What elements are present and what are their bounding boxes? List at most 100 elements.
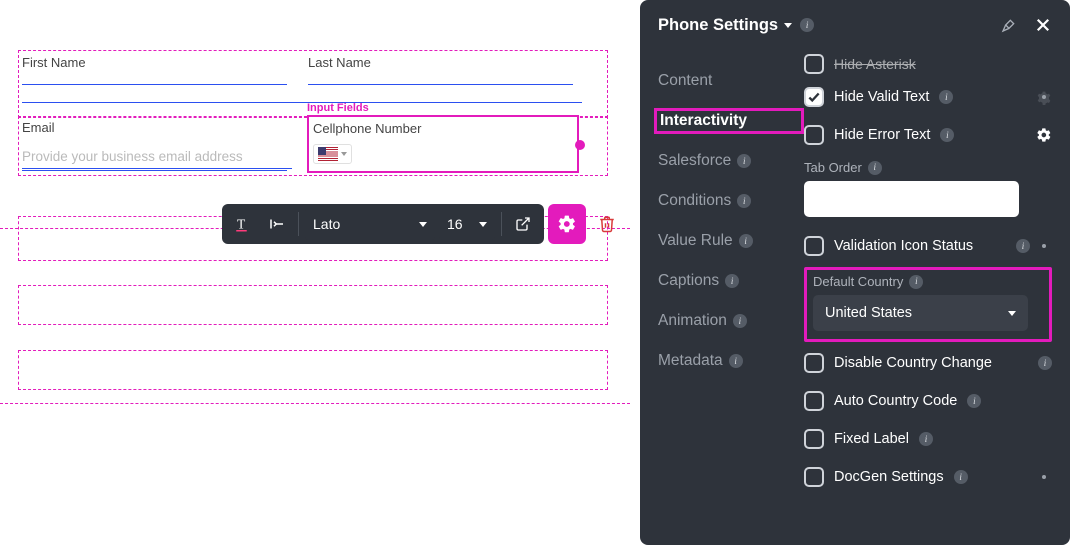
first-name-field[interactable]: First Name (22, 55, 297, 85)
chevron-down-icon (419, 222, 427, 227)
font-family-value: Lato (313, 216, 340, 232)
close-icon (1034, 16, 1052, 34)
docgen-settings-label: DocGen Settings (834, 469, 944, 485)
row-settings-button[interactable] (1036, 238, 1052, 254)
info-icon: i (909, 275, 923, 289)
country-flag-picker[interactable] (313, 144, 352, 164)
info-icon: i (954, 470, 968, 484)
gear-icon (1036, 238, 1052, 254)
font-family-select[interactable]: Lato (305, 208, 435, 240)
validation-icon-status-row: Validation Icon Status i (804, 227, 1052, 265)
settings-properties: Hide Asterisk Hide Valid Text i Hide Err… (800, 50, 1070, 545)
hide-error-text-label: Hide Error Text (834, 127, 930, 143)
disable-country-change-label: Disable Country Change (834, 355, 992, 371)
panel-title-text: Phone Settings (658, 16, 778, 35)
email-label: Email (22, 120, 297, 135)
form-canvas: First Name Last Name Email Provide your … (0, 0, 650, 547)
first-name-label: First Name (22, 55, 297, 70)
tab-interactivity[interactable]: Interactivity (658, 112, 800, 130)
info-icon: i (725, 274, 739, 288)
info-icon: i (729, 354, 743, 368)
cellphone-label: Cellphone Number (309, 117, 577, 136)
check-icon (807, 90, 821, 104)
row-settings-button[interactable] (1036, 127, 1052, 143)
row-5-guide (18, 350, 608, 390)
hide-asterisk-checkbox[interactable] (804, 54, 824, 74)
font-size-value: 16 (447, 216, 463, 232)
element-settings-button[interactable] (548, 204, 586, 244)
first-name-underline (22, 84, 287, 85)
svg-text:T: T (237, 217, 246, 232)
tab-value-rule[interactable]: Value Rule i (658, 232, 800, 250)
auto-country-code-checkbox[interactable] (804, 391, 824, 411)
settings-panel: Phone Settings i Content Interactivity (640, 0, 1070, 545)
popout-button[interactable] (508, 208, 538, 240)
tab-animation[interactable]: Animation i (658, 312, 800, 330)
tab-content[interactable]: Content (658, 72, 800, 90)
pin-icon (1001, 17, 1017, 33)
email-underline (22, 170, 287, 171)
element-toolbar: T Lato 16 (222, 204, 624, 244)
spacing-icon (268, 215, 286, 233)
text-style-button[interactable]: T (228, 208, 258, 240)
fixed-label-checkbox[interactable] (804, 429, 824, 449)
last-name-field[interactable]: Last Name (308, 55, 583, 85)
docgen-settings-row: DocGen Settings i (804, 458, 1052, 496)
hide-valid-text-label: Hide Valid Text (834, 89, 929, 105)
external-link-icon (515, 216, 531, 232)
trash-icon (598, 215, 616, 233)
tab-order-block: Tab Order i (804, 154, 1052, 227)
hide-asterisk-row-partial: Hide Asterisk (804, 54, 1052, 74)
us-flag-icon (318, 147, 338, 161)
info-icon[interactable]: i (800, 18, 814, 32)
gear-icon (1036, 89, 1052, 105)
tab-salesforce[interactable]: Salesforce i (658, 152, 800, 170)
font-size-select[interactable]: 16 (439, 208, 495, 240)
info-icon: i (919, 432, 933, 446)
tab-captions[interactable]: Captions i (658, 272, 800, 290)
canvas-divider-2 (0, 403, 630, 404)
hide-valid-text-checkbox[interactable] (804, 87, 824, 107)
docgen-settings-checkbox[interactable] (804, 467, 824, 487)
email-field[interactable]: Email Provide your business email addres… (22, 120, 297, 171)
info-icon: i (1016, 239, 1030, 253)
row-settings-button[interactable] (1036, 89, 1052, 105)
chevron-down-icon (784, 23, 792, 28)
spacing-button[interactable] (262, 208, 292, 240)
default-country-label: Default Country (813, 274, 903, 289)
info-icon: i (733, 314, 747, 328)
default-country-value: United States (825, 305, 912, 321)
info-icon: i (739, 234, 753, 248)
tab-metadata[interactable]: Metadata i (658, 352, 800, 370)
blue-underline-row1 (22, 102, 582, 103)
hide-error-text-checkbox[interactable] (804, 125, 824, 145)
blue-underline-row2 (22, 168, 292, 169)
info-icon: i (1038, 356, 1052, 370)
delete-element-button[interactable] (590, 204, 624, 244)
email-placeholder: Provide your business email address (22, 149, 297, 164)
chevron-down-icon (341, 152, 347, 156)
last-name-label: Last Name (308, 55, 583, 70)
hide-error-text-row: Hide Error Text i (804, 116, 1052, 154)
auto-country-code-row: Auto Country Code i (804, 382, 1052, 420)
panel-header: Phone Settings i (640, 0, 1070, 50)
tab-order-input[interactable] (804, 181, 1019, 217)
tab-order-label: Tab Order (804, 160, 862, 175)
row-settings-button[interactable] (1036, 469, 1052, 485)
default-country-select[interactable]: United States (813, 295, 1028, 331)
pin-panel-button[interactable] (996, 12, 1022, 38)
info-icon: i (939, 90, 953, 104)
close-panel-button[interactable] (1030, 12, 1056, 38)
info-icon: i (868, 161, 882, 175)
disable-country-change-checkbox[interactable] (804, 353, 824, 373)
validation-icon-status-checkbox[interactable] (804, 236, 824, 256)
fixed-label-row: Fixed Label i (804, 420, 1052, 458)
gear-icon (1036, 127, 1052, 143)
panel-title-dropdown[interactable]: Phone Settings (658, 16, 792, 35)
tab-conditions[interactable]: Conditions i (658, 192, 800, 210)
validation-icon-status-label: Validation Icon Status (834, 238, 973, 254)
cellphone-field-selected[interactable]: Cellphone Number (307, 115, 579, 173)
selection-resize-handle[interactable] (575, 140, 585, 150)
hide-valid-text-row: Hide Valid Text i (804, 78, 1052, 116)
row-4-guide (18, 285, 608, 325)
